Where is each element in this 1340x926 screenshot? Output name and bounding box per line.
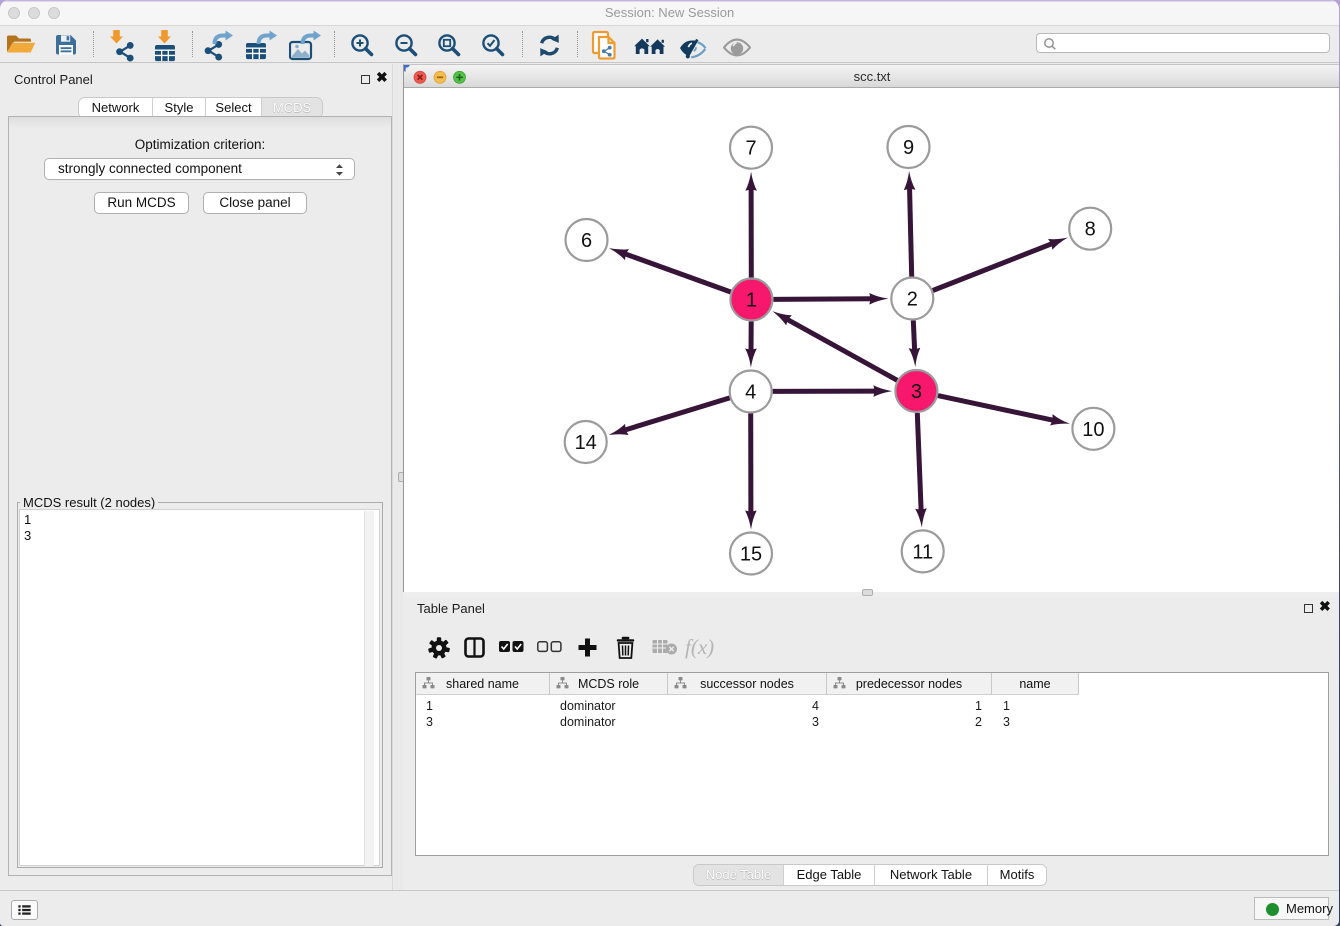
svg-text:6: 6	[581, 230, 592, 252]
svg-text:15: 15	[740, 544, 762, 566]
svg-text:8: 8	[1085, 219, 1096, 241]
svg-text:2: 2	[907, 289, 918, 311]
svg-text:9: 9	[903, 137, 914, 159]
svg-text:11: 11	[912, 541, 933, 563]
svg-text:14: 14	[575, 432, 597, 454]
svg-text:7: 7	[745, 138, 756, 160]
svg-text:4: 4	[745, 382, 756, 404]
svg-text:3: 3	[911, 381, 922, 403]
svg-text:10: 10	[1082, 419, 1104, 441]
svg-text:1: 1	[746, 290, 757, 312]
